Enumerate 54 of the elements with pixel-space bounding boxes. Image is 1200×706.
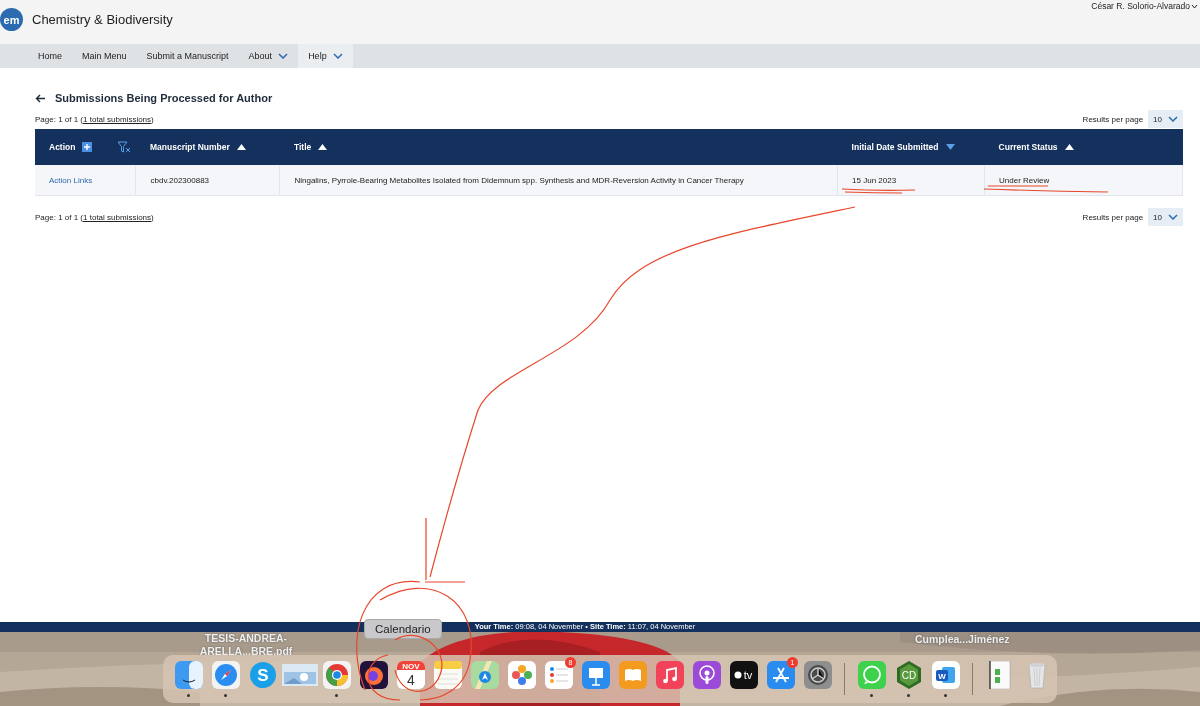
flower-icon[interactable] [507, 661, 536, 689]
column-header[interactable]: Title [293, 142, 312, 152]
page-count: Page: 1 of 1 (1 total submissions) [35, 212, 154, 222]
nav-item[interactable]: About [238, 44, 299, 68]
back-arrow-icon[interactable] [35, 93, 46, 103]
firefox-icon[interactable] [359, 661, 388, 689]
logo-badge[interactable]: em [0, 8, 23, 31]
table-cell: cbdv.202300883 [136, 165, 280, 196]
sort-descending-icon[interactable] [945, 144, 955, 150]
word-icon[interactable]: W [931, 661, 960, 689]
nav-item[interactable]: Submit a Manuscript [136, 44, 239, 68]
app-store-icon[interactable] [766, 661, 795, 689]
table-cell: 15 Jun 2023 [837, 165, 985, 196]
page-title: Submissions Being Processed for Author [55, 92, 273, 104]
book-icon[interactable] [618, 661, 647, 689]
plus-icon[interactable] [82, 142, 93, 152]
nav-item[interactable]: Help [298, 44, 353, 68]
table-cell: Ningalins, Pyrrole-Bearing Metabolites Isolated from Didemnum spp. Synthesis and MDR-Reversion Activity in Cancer Therapy [279, 165, 838, 196]
column-header[interactable]: Manuscript Number [150, 142, 230, 152]
compass-icon[interactable] [211, 661, 240, 689]
checklist-icon[interactable] [544, 661, 573, 689]
tooltip: Calendario [364, 619, 442, 639]
calendar-icon[interactable]: NOV 4 [396, 661, 425, 689]
nav-item[interactable]: Home [28, 44, 72, 68]
results-select[interactable]: 10 [1148, 208, 1183, 226]
notes-icon[interactable] [433, 661, 462, 689]
column-header[interactable]: Current Status [998, 142, 1058, 152]
presentation-icon[interactable] [581, 661, 610, 689]
table-cell: Under Review [984, 165, 1183, 196]
sort-ascending-icon[interactable] [236, 144, 246, 150]
podcast-icon[interactable] [692, 661, 721, 689]
chevron-down-icon[interactable] [1191, 3, 1198, 9]
results-label: Results per page [1082, 212, 1144, 222]
music-note-icon[interactable] [655, 661, 684, 689]
journal-title: Chemistry & Biodiversity [32, 12, 173, 27]
page-count: Page: 1 of 1 (1 total submissions) [35, 114, 154, 124]
map-icon[interactable] [470, 661, 499, 689]
tv-icon[interactable]: tv [729, 661, 758, 689]
action-links-link[interactable]: Action Links [35, 165, 136, 196]
user-menu[interactable]: César R. Solorio-Alvarado [1091, 1, 1198, 11]
sort-ascending-icon[interactable] [318, 144, 328, 150]
column-header[interactable]: Initial Date Submitted [851, 142, 939, 152]
chevron-down-icon [1168, 214, 1178, 220]
chat-bubble-icon[interactable] [857, 661, 886, 689]
sort-ascending-icon[interactable] [1064, 144, 1074, 150]
clear-filter-icon[interactable] [117, 141, 132, 153]
chrome-icon[interactable] [322, 661, 351, 689]
results-label: Results per page [1082, 114, 1144, 124]
results-select[interactable]: 10 [1148, 110, 1183, 128]
gear-icon[interactable] [803, 661, 832, 689]
nav-item[interactable]: Main Menu [72, 44, 137, 68]
finder-face-icon[interactable] [174, 661, 203, 689]
chevron-down-icon [1168, 116, 1178, 122]
column-header[interactable]: Action [49, 142, 76, 152]
